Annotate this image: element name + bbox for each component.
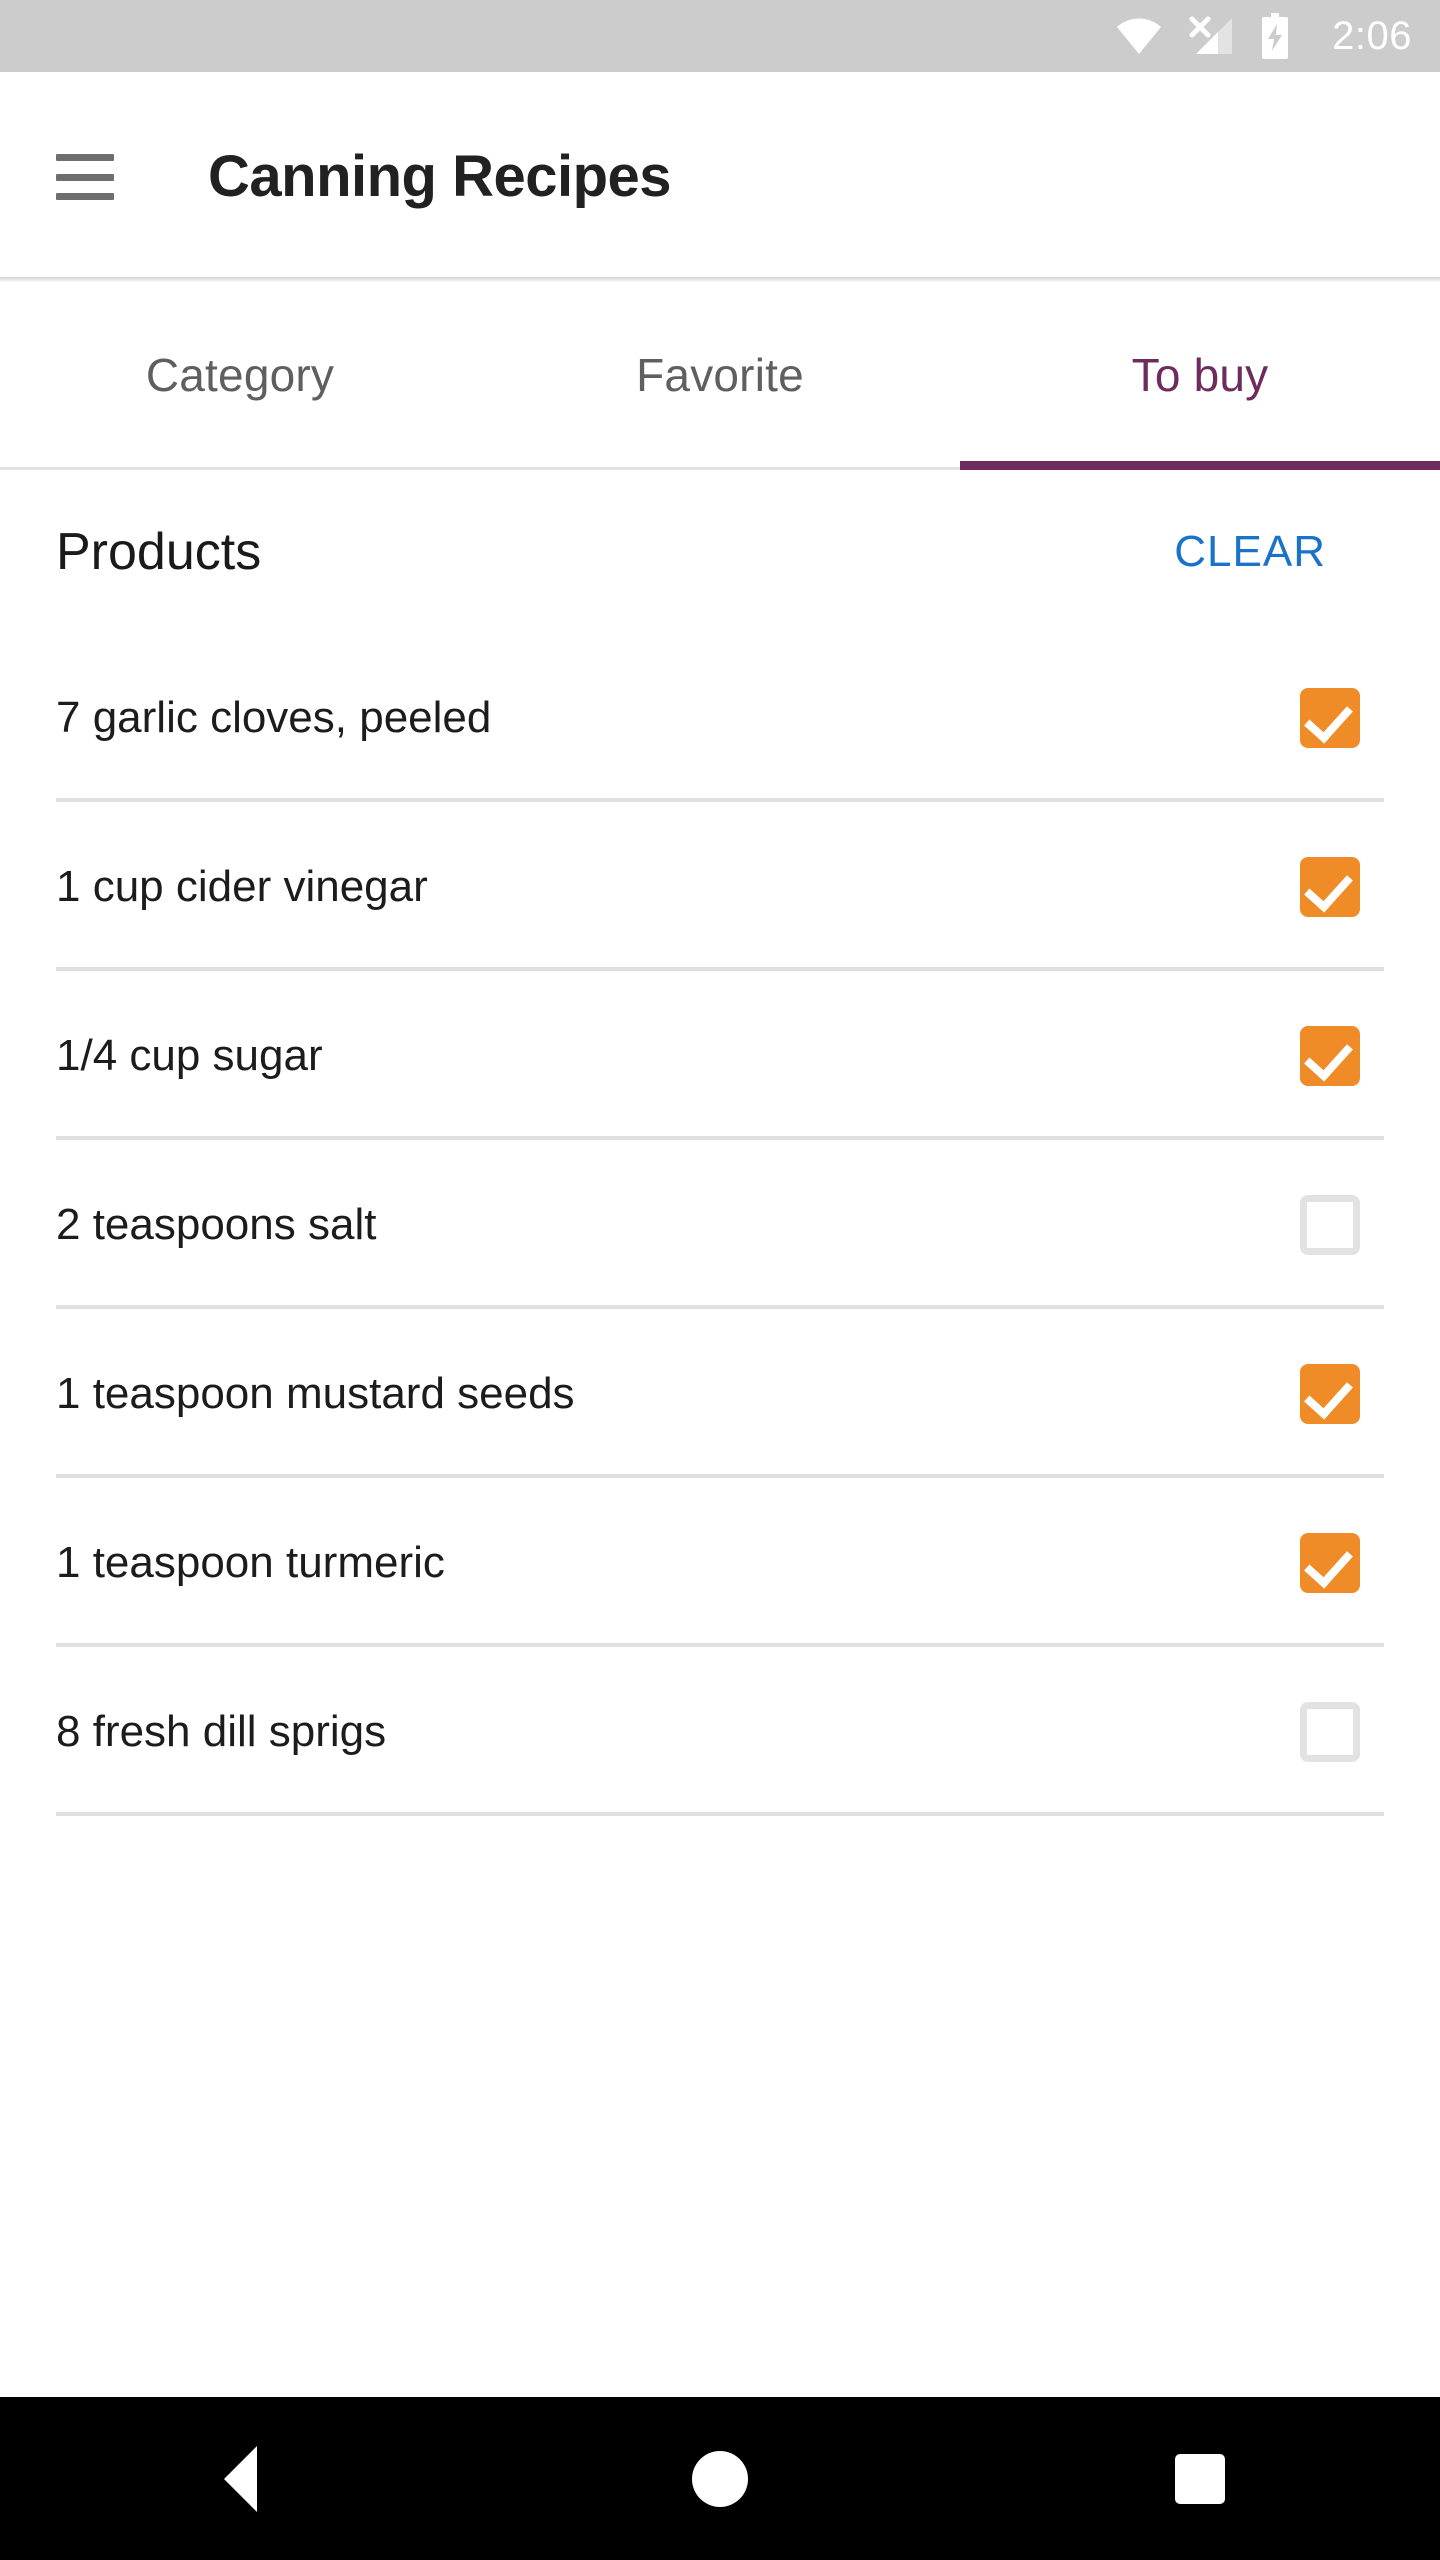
- product-checkbox[interactable]: [1300, 1363, 1360, 1424]
- status-bar-clock: 2:06: [1332, 14, 1412, 58]
- tab-favorite-label: Favorite: [636, 348, 804, 401]
- table-row[interactable]: 7 garlic cloves, peeled: [0, 633, 1440, 802]
- product-checkbox[interactable]: [1300, 687, 1360, 748]
- to-buy-content: Products CLEAR 7 garlic cloves, peeled 1…: [0, 470, 1440, 2397]
- table-row[interactable]: 1/4 cup sugar: [0, 971, 1440, 1140]
- page-title: Canning Recipes: [208, 144, 672, 209]
- table-row[interactable]: 1 teaspoon turmeric: [0, 1478, 1440, 1647]
- product-checkbox[interactable]: [1300, 1701, 1360, 1762]
- wifi-icon: [1117, 18, 1162, 54]
- battery-charging-icon: [1262, 13, 1289, 59]
- hamburger-line-1: [56, 154, 114, 161]
- product-checkbox[interactable]: [1300, 856, 1360, 917]
- product-checkbox[interactable]: [1300, 1025, 1360, 1086]
- table-row[interactable]: 2 teaspoons salt: [0, 1140, 1440, 1309]
- hamburger-menu-icon[interactable]: [56, 154, 114, 200]
- product-label: 1 cup cider vinegar: [56, 861, 428, 911]
- tab-bar: Category Favorite To buy: [0, 282, 1440, 470]
- clear-button[interactable]: CLEAR: [1154, 520, 1346, 584]
- hamburger-line-3: [56, 193, 114, 200]
- tab-favorite[interactable]: Favorite: [480, 282, 960, 467]
- product-checkbox[interactable]: [1300, 1194, 1360, 1255]
- tab-category-label: Category: [145, 348, 335, 401]
- products-section-header: Products CLEAR: [0, 470, 1440, 633]
- home-button[interactable]: [640, 2397, 800, 2560]
- product-list: 7 garlic cloves, peeled 1 cup cider vine…: [0, 633, 1440, 1816]
- product-label: 2 teaspoons salt: [56, 1199, 377, 1249]
- product-checkbox[interactable]: [1300, 1532, 1360, 1593]
- product-label: 1 teaspoon mustard seeds: [56, 1368, 575, 1418]
- square-icon: [1175, 2453, 1225, 2504]
- table-row[interactable]: 1 teaspoon mustard seeds: [0, 1309, 1440, 1478]
- app-bar: Canning Recipes: [0, 72, 1440, 282]
- section-title: Products: [56, 522, 262, 581]
- status-bar: 2:06: [0, 0, 1440, 72]
- cellular-no-sim-icon: [1189, 16, 1233, 54]
- tab-to-buy-label: To buy: [1131, 348, 1269, 401]
- table-row[interactable]: 8 fresh dill sprigs: [0, 1647, 1440, 1816]
- product-label: 8 fresh dill sprigs: [56, 1706, 387, 1756]
- triangle-left-icon: [223, 2445, 257, 2512]
- back-button[interactable]: [160, 2397, 320, 2560]
- recents-button[interactable]: [1120, 2397, 1280, 2560]
- hamburger-line-2: [56, 173, 114, 181]
- android-navigation-bar: [0, 2397, 1440, 2560]
- circle-icon: [692, 2450, 748, 2507]
- table-row[interactable]: 1 cup cider vinegar: [0, 802, 1440, 971]
- tab-to-buy[interactable]: To buy: [960, 282, 1440, 470]
- status-icons: 2:06: [1116, 13, 1412, 59]
- product-label: 1 teaspoon turmeric: [56, 1537, 445, 1587]
- product-label: 1/4 cup sugar: [56, 1030, 323, 1080]
- product-label: 7 garlic cloves, peeled: [56, 692, 492, 742]
- tab-category[interactable]: Category: [0, 282, 480, 467]
- phone-screen: 2:06 Canning Recipes Category Favorite T…: [0, 0, 1440, 2560]
